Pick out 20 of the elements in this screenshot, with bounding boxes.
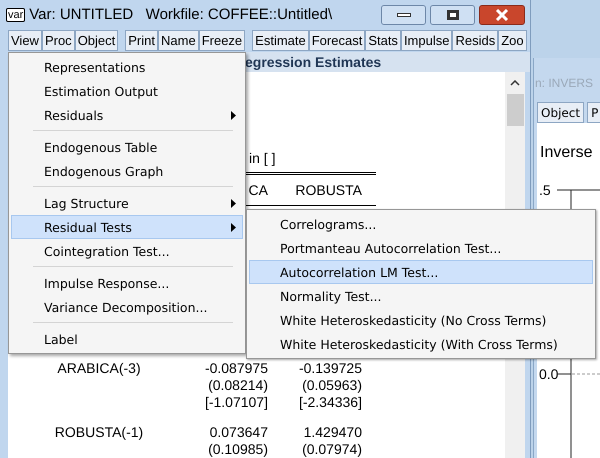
table-cell: (0.07974) [302,441,362,458]
app-icon: var [6,8,26,22]
sample-text: in [ ] [249,150,276,166]
table-cell: (0.05963) [302,377,362,394]
table-cell: -0.087975 [204,360,268,377]
table-cell: -0.139725 [298,360,362,377]
axis-tick-label: 0.0 [539,367,558,381]
column-header: ROBUSTA [295,182,362,198]
table-cell: [-2.34336] [298,394,362,411]
table-cell: (0.10985) [208,441,268,458]
row-label: ROBUSTA(-1) [54,424,144,440]
column-header: CA [248,182,268,198]
chart-title: Inverse [540,143,592,163]
table-cell: (0.08214) [208,377,268,394]
table-cell: 0.073647 [210,424,268,441]
table-cell: [-1.07107] [204,394,268,411]
window-title: Var: UNTITLED Workfile: COFFEE::Untitled\ [29,4,332,25]
table-cell: 1.429470 [304,424,362,441]
axis-tick-label: .5 [539,183,551,197]
row-label: ARABICA(-3) [57,360,141,376]
